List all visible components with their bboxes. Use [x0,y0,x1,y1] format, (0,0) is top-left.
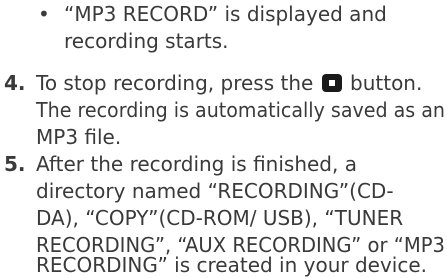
bullet-text-line-1: “MP3 RECORD” is displayed and [64,2,387,26]
step-5-number: 5. [4,152,26,176]
bullet-text-line-2: recording starts. [64,29,229,53]
step-5-line-2: directory named “RECORDING”(CD- [36,179,394,203]
step-5-line-5: RECORDING” is created in your device. [36,253,428,277]
step-5-line-3: DA), “COPY”(CD-ROM/ USB), “TUNER [36,206,404,230]
step-4-line-2: The recording is automatically saved as … [36,98,445,122]
manual-page: • “MP3 RECORD” is displayed and recordin… [0,0,447,278]
step-4-line-3: MP3 file. [36,125,122,149]
step-4-line-1: To stop recording, press the button. [36,70,422,96]
bullet-glyph: • [38,2,50,26]
step-4-line-1-text: To stop recording, press the [36,71,314,95]
step-4-number: 4. [4,71,26,95]
stop-button-icon [321,74,342,92]
step-5-line-1: After the recording is finished, a [36,152,357,176]
step-4-line-1-suffix: button. [350,71,423,95]
